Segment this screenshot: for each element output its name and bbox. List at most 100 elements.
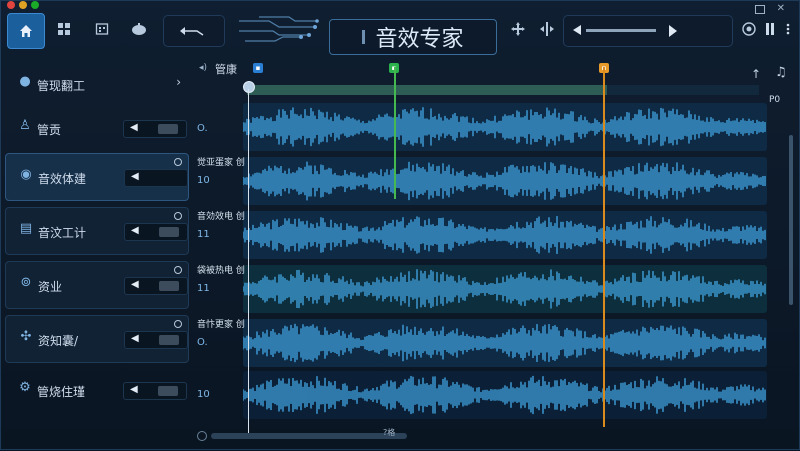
sidebar-toggle-1[interactable]: ◀ [123, 120, 187, 138]
sidebar-item-label: 资知囊/ [38, 334, 79, 348]
horizontal-scrollbar[interactable] [211, 433, 407, 439]
toggle-knob [158, 386, 178, 396]
marker-blue[interactable]: ▪ [253, 63, 263, 73]
calendar-icon [95, 23, 109, 35]
track-label: 音忭更家 创 [197, 320, 245, 330]
top-toolbar: 音效专家 [1, 7, 800, 55]
timeline-ruler[interactable] [247, 85, 759, 95]
upload-icon[interactable]: ↑ [751, 67, 761, 81]
ruler-handle[interactable] [243, 81, 255, 93]
home-icon [20, 25, 32, 37]
track-3[interactable] [243, 265, 767, 313]
shield-icon: ◉ [20, 167, 32, 182]
timeline-header-label: 管康 [215, 63, 237, 76]
circuit-icon [239, 16, 319, 42]
sidebar-item-label: 管烧住瑾 [37, 385, 86, 399]
sidebar-toggle-6[interactable]: ◀ [123, 382, 187, 400]
app-title-box: 音效专家 [329, 19, 497, 55]
track-label: 袋被热电 创 [197, 266, 245, 276]
track-2[interactable] [243, 211, 767, 259]
track-number: 10 [197, 389, 210, 400]
timeline-bottom-label: ?格 [383, 428, 396, 437]
sidebar-toggle-4[interactable]: ◀ [124, 277, 188, 295]
toggle-knob [158, 124, 178, 134]
waveform [243, 323, 766, 363]
pause-button[interactable] [763, 15, 777, 43]
playhead-orange[interactable] [603, 67, 605, 427]
track-number: 11 [197, 283, 210, 294]
sidebar-item-0[interactable]: ● 管现翻工 › [5, 61, 189, 109]
toggle-knob [159, 227, 179, 237]
sidebar-item-5[interactable]: ✣ 资知囊/ ◀ [5, 315, 189, 363]
arrow-left-icon: ◀ [131, 171, 139, 182]
playhead-green[interactable] [394, 67, 396, 199]
arrow-left-icon: ◀ [131, 225, 139, 236]
sidebar-item-6[interactable]: ⚙ 管烧住瑾 ◀ [5, 367, 189, 415]
title-bar-icon [362, 30, 366, 44]
sidebar-toggle-3[interactable]: ◀ [124, 223, 188, 241]
timeline-panel: ◂) 管康 ↑ ♫ P0 ▪ ▪ ▪ 觉亚蛋家 创 音効效电 创 袋被热电 创 … [191, 59, 800, 451]
gear-icon: ⚙ [19, 380, 31, 395]
waveform [243, 375, 766, 415]
play-icon[interactable] [668, 25, 678, 37]
network-icon: ✣ [20, 329, 32, 344]
settings-button[interactable] [739, 15, 759, 43]
scroll-left-icon[interactable] [197, 431, 207, 441]
sidebar-item-2[interactable]: ◉ 音效体建 ◀ [5, 153, 189, 201]
arrow-left-icon: ◀ [131, 333, 139, 344]
user-icon: ♙ [19, 118, 31, 133]
sidebar-item-label: 资业 [38, 280, 63, 294]
waveform [243, 161, 766, 201]
sidebar-item-label: 音效体建 [38, 172, 87, 186]
track-number: O. [197, 337, 208, 348]
track-number: O. [197, 123, 208, 134]
track-4[interactable] [243, 319, 767, 367]
grid-button[interactable] [51, 15, 77, 43]
move-icon [511, 22, 525, 36]
undo-group [163, 15, 225, 47]
track-0[interactable] [243, 103, 767, 151]
speaker-icon: ◂) [199, 63, 208, 73]
settings-icon [742, 22, 756, 36]
transport-group [563, 15, 733, 47]
toggle-knob [159, 335, 179, 345]
undo-icon [180, 27, 204, 36]
people-icon: ● [19, 74, 31, 89]
status-dot-icon [174, 266, 182, 274]
position-slider[interactable] [586, 29, 656, 32]
chevron-right-icon: › [176, 75, 181, 89]
bell-button[interactable] [125, 15, 153, 43]
sidebar-toggle-2[interactable]: ◀ [124, 169, 188, 187]
more-icon [786, 23, 790, 35]
waveform [243, 269, 766, 309]
app-window: ✕ 音效专家 ● 管现翻工 › ♙ 管贡 ◀ ◉ 音效体建 ◀ ▤ 音汶工计 ◀… [0, 0, 800, 450]
sidebar-item-3[interactable]: ▤ 音汶工计 ◀ [5, 207, 189, 255]
more-button[interactable] [781, 15, 795, 43]
track-number: 10 [197, 175, 210, 186]
move-button[interactable] [505, 15, 531, 43]
calendar-button[interactable] [89, 15, 115, 43]
arrow-left-icon: ◀ [130, 122, 138, 133]
music-note-icon[interactable]: ♫ [775, 65, 787, 80]
bell-icon [132, 23, 146, 35]
undo-button[interactable] [170, 17, 216, 45]
sidebar: ● 管现翻工 › ♙ 管贡 ◀ ◉ 音效体建 ◀ ▤ 音汶工计 ◀ ⊚ 资业 ◀ [1, 61, 191, 451]
toggle-knob [159, 281, 179, 291]
sidebar-toggle-5[interactable]: ◀ [124, 331, 188, 349]
track-1[interactable] [243, 157, 767, 205]
home-button[interactable] [7, 13, 45, 49]
split-button[interactable] [535, 15, 559, 43]
track-5[interactable] [243, 371, 767, 419]
ruler-end-label: P0 [769, 95, 781, 105]
track-label: 音効效电 创 [197, 212, 245, 222]
sidebar-item-4[interactable]: ⊚ 资业 ◀ [5, 261, 189, 309]
grid-icon [58, 23, 70, 35]
sidebar-item-label: 管现翻工 [37, 79, 86, 93]
vertical-scrollbar[interactable] [789, 135, 793, 305]
status-dot-icon [174, 158, 182, 166]
rewind-icon[interactable] [572, 25, 582, 35]
sidebar-item-1[interactable]: ♙ 管贡 ◀ [5, 105, 189, 153]
playhead-start[interactable] [248, 89, 249, 439]
circle-arrow-icon: ⊚ [20, 275, 32, 290]
layout-icon: ▤ [19, 221, 33, 236]
